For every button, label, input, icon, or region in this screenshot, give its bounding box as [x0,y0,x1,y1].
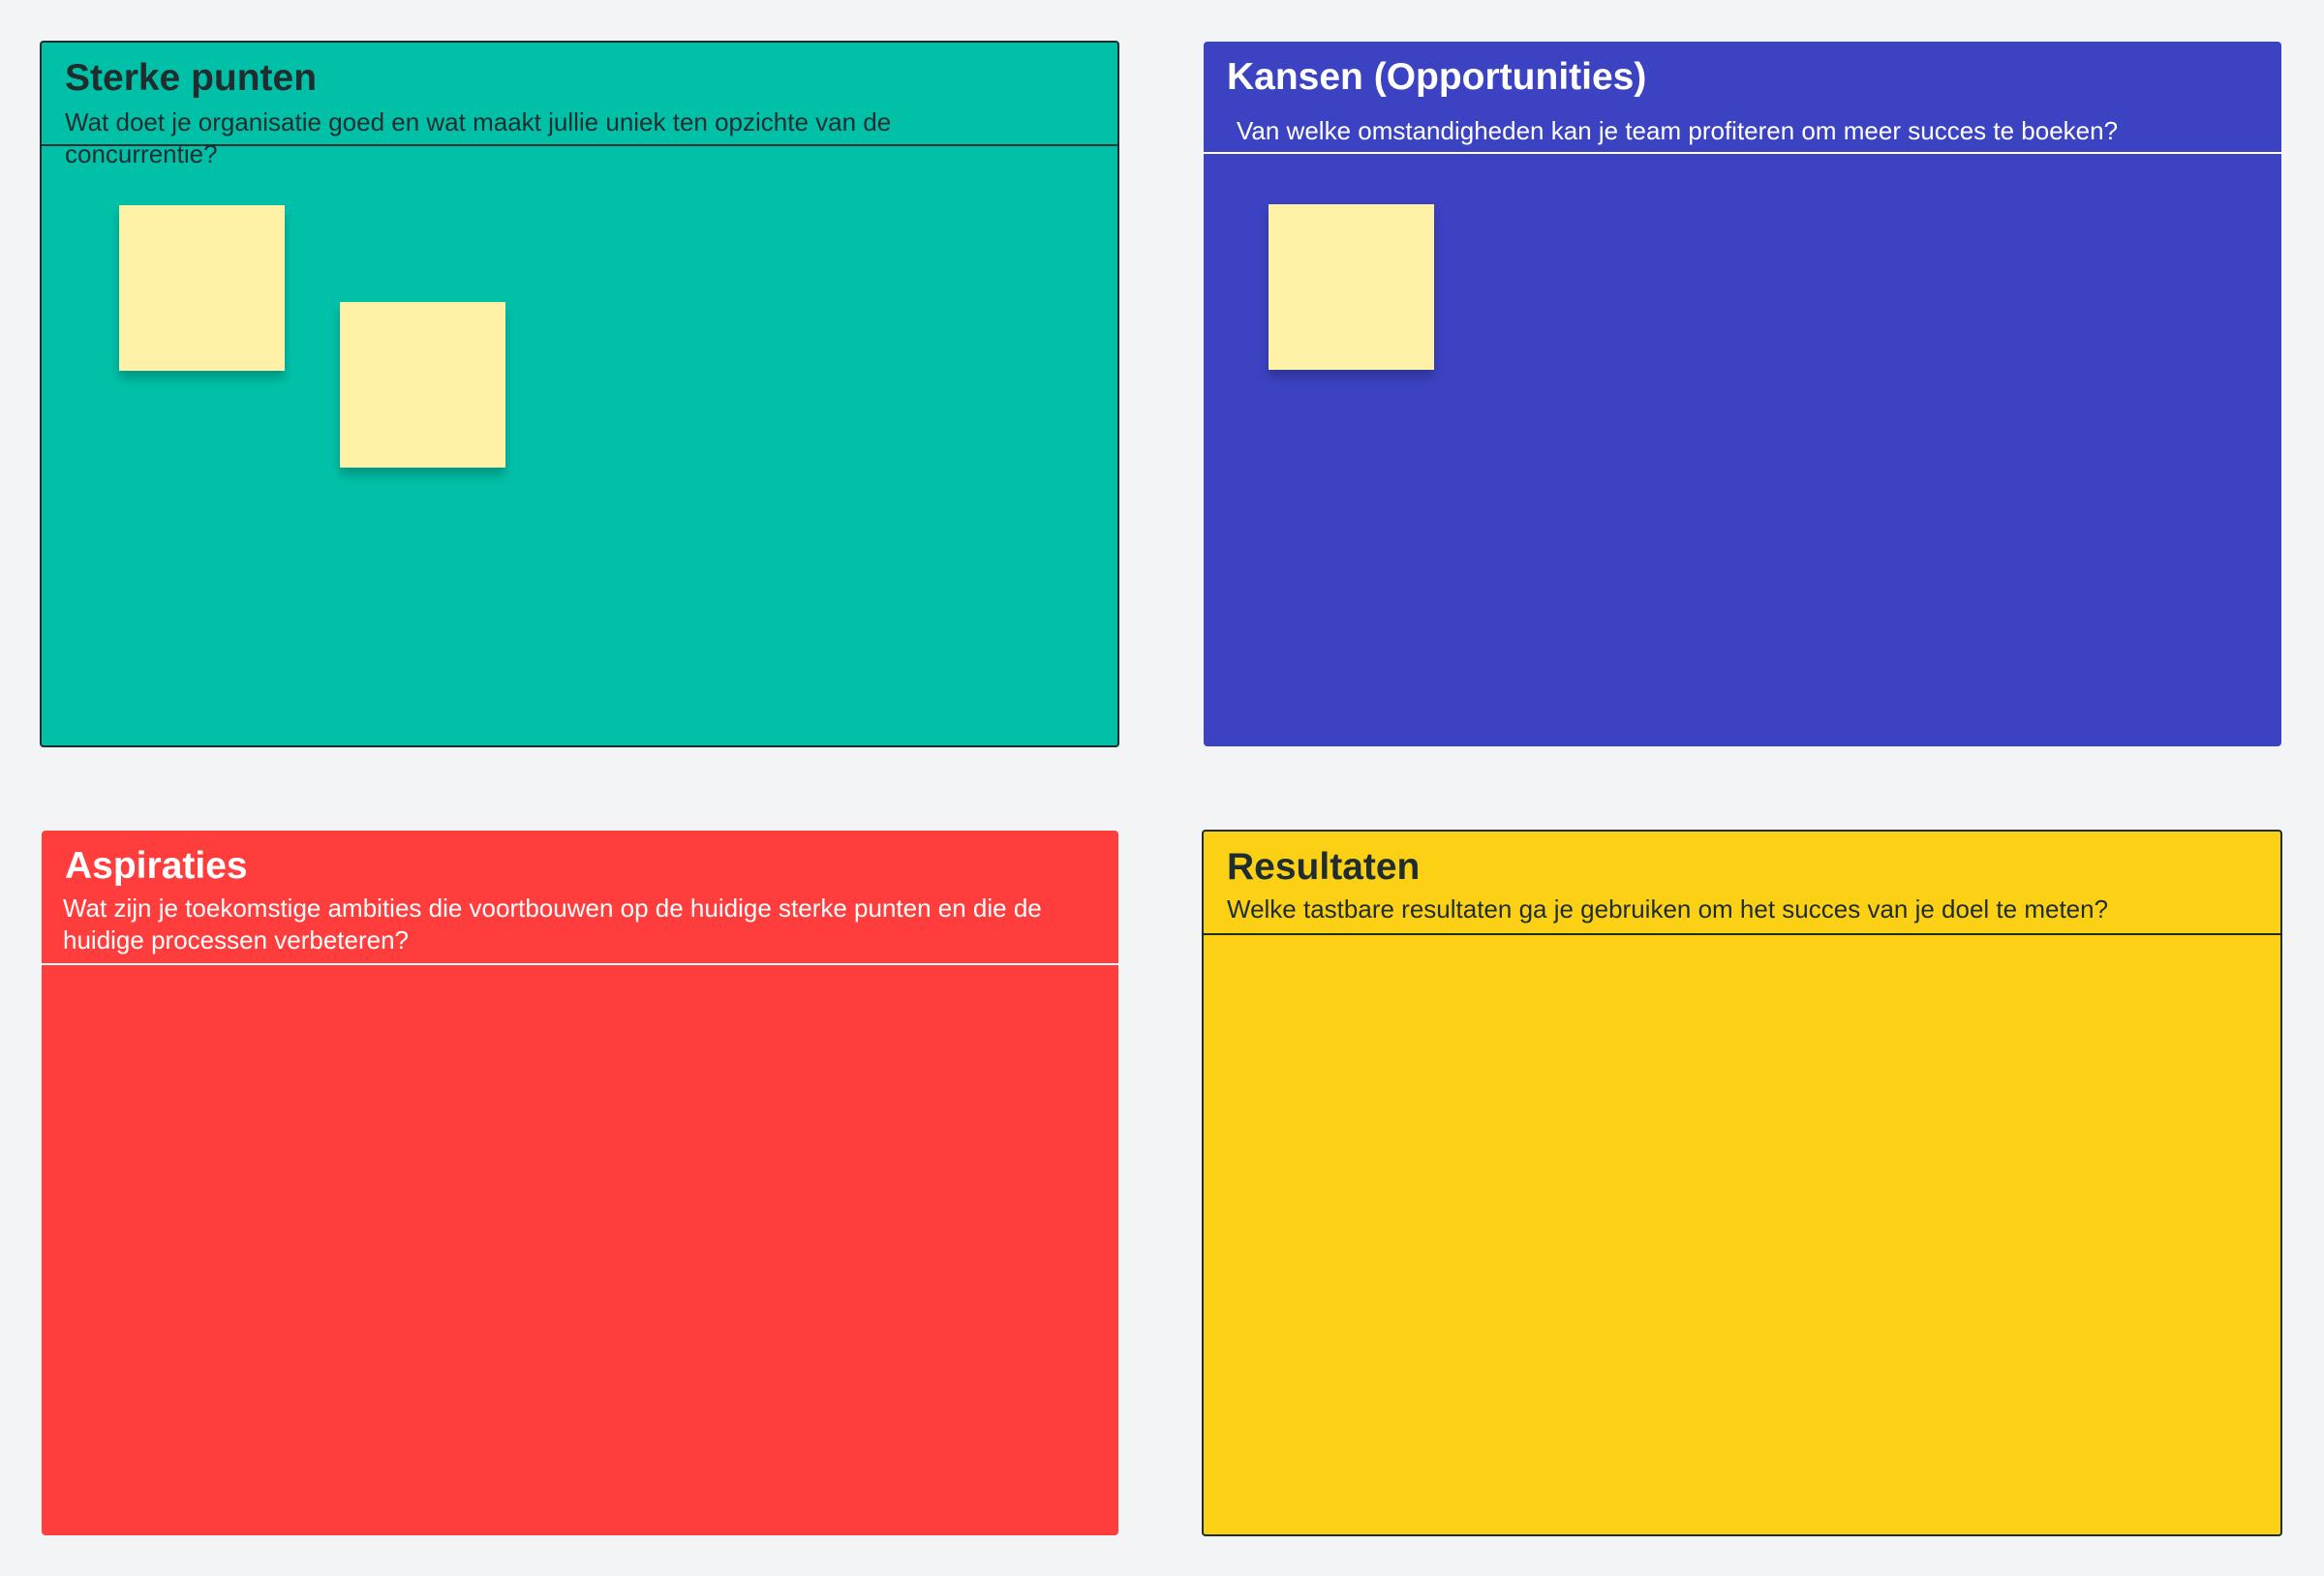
sticky-note[interactable] [340,302,505,468]
frame-divider [42,963,1118,965]
sticky-note[interactable] [119,205,285,371]
sticky-note[interactable] [1269,204,1434,370]
frame-aspiraties[interactable]: Aspiraties Wat zijn je toekomstige ambit… [42,831,1118,1535]
frame-title: Resultaten [1227,846,1421,888]
frame-sterke-punten[interactable]: Sterke punten Wat doet je organisatie go… [40,41,1119,747]
frame-subtitle: Wat doet je organisatie goed en wat maak… [65,107,892,168]
frame-title: Sterke punten [65,57,318,99]
frame-divider [1204,933,2280,935]
frame-divider [1204,152,2281,154]
frame-title: Kansen (Opportunities) [1227,56,1647,98]
frame-subtitle: Welke tastbare resultaten ga je gebruike… [1227,894,2109,924]
frame-subtitle: Wat zijn je toekomstige ambities die voo… [63,894,1042,955]
frame-subtitle: Van welke omstandigheden kan je team pro… [1237,116,2119,145]
frame-resultaten[interactable]: Resultaten Welke tastbare resultaten ga … [1202,830,2282,1536]
frame-title: Aspiraties [65,845,248,887]
frame-kansen[interactable]: Kansen (Opportunities) Van welke omstand… [1204,42,2281,746]
frame-divider [42,144,1117,146]
